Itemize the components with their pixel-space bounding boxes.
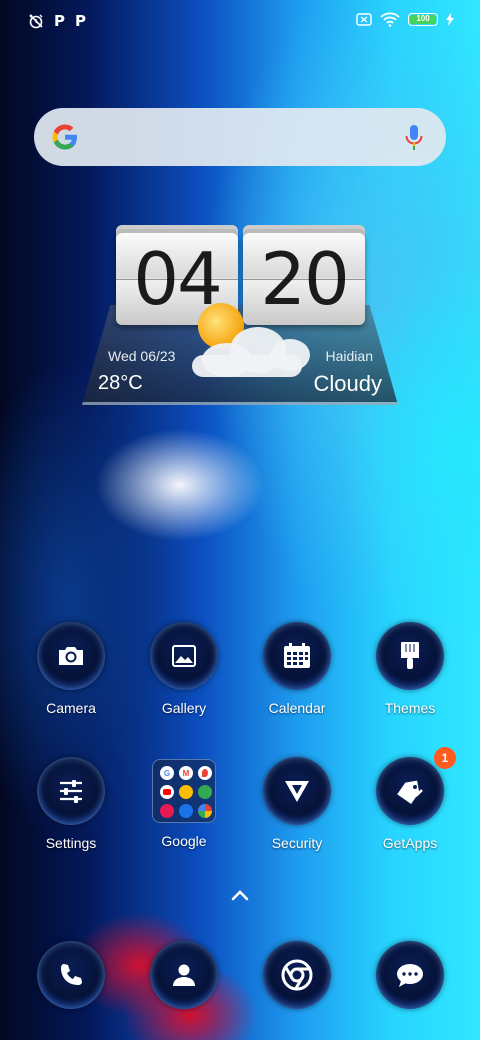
- alarm-off-icon: [29, 14, 43, 29]
- dock-phone[interactable]: [21, 941, 121, 1009]
- wifi-icon: [380, 12, 400, 27]
- charging-icon: [446, 13, 454, 26]
- youtube-mini-icon: [160, 785, 174, 799]
- messages-app-icon[interactable]: [376, 941, 444, 1009]
- app-label: Security: [271, 835, 323, 851]
- dock-contacts[interactable]: [134, 941, 234, 1009]
- microphone-icon[interactable]: [404, 124, 424, 152]
- status-bar: P P 100: [0, 10, 480, 34]
- gallery-icon: [172, 645, 196, 667]
- app-label: Themes: [384, 700, 436, 716]
- app-label: Camera: [46, 700, 96, 716]
- notification-badge: 1: [434, 747, 456, 769]
- p-notification-icon: P: [54, 12, 65, 30]
- app-label: Google: [161, 833, 207, 849]
- clock-minutes: 20: [243, 233, 365, 325]
- app-themes[interactable]: Themes: [360, 622, 460, 716]
- gallery-app-icon[interactable]: [150, 622, 218, 690]
- security-icon: [285, 781, 309, 802]
- app-camera[interactable]: Camera: [21, 622, 121, 716]
- contacts-app-icon[interactable]: [150, 941, 218, 1009]
- contacts-icon: [173, 964, 195, 986]
- status-right: 100: [356, 12, 454, 27]
- weather-condition: Cloudy: [313, 371, 382, 396]
- music-mini-icon: [160, 804, 174, 818]
- flip-divider: [243, 279, 365, 280]
- weather-date: Wed 06/23: [108, 348, 176, 364]
- app-calendar[interactable]: Calendar: [247, 622, 347, 716]
- app-gallery[interactable]: Gallery: [134, 622, 234, 716]
- themes-app-icon[interactable]: [376, 622, 444, 690]
- photos-mini-icon: [198, 804, 212, 818]
- flip-divider: [116, 279, 238, 280]
- weather-temperature: 28°C: [98, 372, 143, 394]
- chevron-up-icon[interactable]: [228, 885, 252, 905]
- sim-x-icon: [356, 13, 372, 26]
- brush-icon: [401, 642, 419, 669]
- phone-icon: [61, 964, 82, 985]
- getapps-icon: [397, 780, 423, 804]
- app-getapps[interactable]: 1 GetApps: [360, 747, 460, 851]
- drive-mini-icon: [179, 785, 193, 799]
- battery-icon: 100: [408, 13, 438, 26]
- calendar-app-icon[interactable]: [263, 622, 331, 690]
- camera-app-icon[interactable]: [37, 622, 105, 690]
- gmail-mini-icon: M: [179, 766, 193, 780]
- app-label: Calendar: [268, 700, 326, 716]
- camera-icon: [59, 647, 83, 665]
- p-notification-icon: P: [75, 12, 86, 30]
- folder-icon[interactable]: G M: [152, 759, 216, 823]
- app-label: Gallery: [161, 700, 207, 716]
- dock-chrome[interactable]: [247, 941, 347, 1009]
- sun-cloud-icon: [192, 321, 312, 379]
- phone-app-icon[interactable]: [37, 941, 105, 1009]
- weather-city: Haidian: [325, 348, 373, 364]
- google-search-bar[interactable]: [34, 108, 446, 166]
- security-app-icon[interactable]: [263, 757, 331, 825]
- play-mini-icon: [198, 785, 212, 799]
- duo-mini-icon: [179, 804, 193, 818]
- app-security[interactable]: Security: [247, 757, 347, 851]
- messages-icon: [397, 964, 423, 987]
- app-label: Settings: [45, 835, 97, 851]
- clock-weather-widget[interactable]: 04 20 Wed 06/23 Haidian 28°C Cloudy: [80, 205, 400, 415]
- chrome-app-icon[interactable]: [263, 941, 331, 1009]
- maps-mini-icon: [198, 766, 212, 780]
- chrome-icon: [281, 959, 313, 991]
- battery-level: 100: [410, 15, 436, 24]
- status-left: P P: [28, 12, 86, 30]
- dock-messages[interactable]: [360, 941, 460, 1009]
- google-g-icon[interactable]: [50, 122, 80, 152]
- app-settings[interactable]: Settings: [21, 757, 121, 851]
- calendar-icon: [284, 643, 310, 668]
- app-google-folder[interactable]: G M Google: [134, 757, 234, 849]
- getapps-app-icon[interactable]: [376, 757, 444, 825]
- sliders-icon: [60, 780, 82, 803]
- app-label: GetApps: [382, 835, 438, 851]
- google-mini-icon: G: [160, 766, 174, 780]
- settings-app-icon[interactable]: [37, 757, 105, 825]
